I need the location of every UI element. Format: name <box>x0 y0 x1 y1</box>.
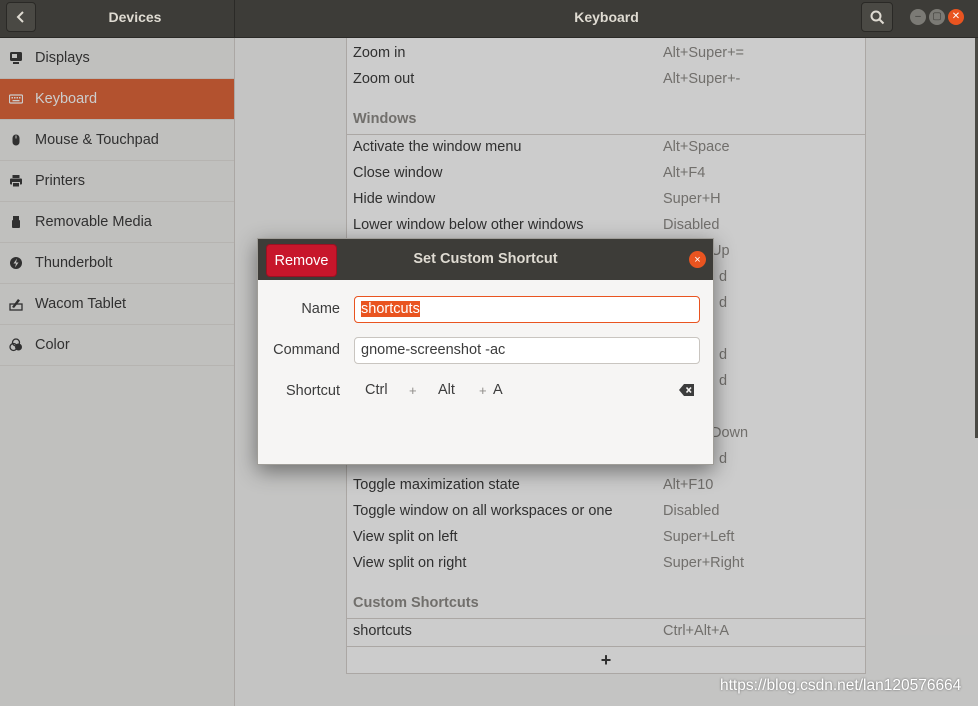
minimize-button[interactable]: – <box>910 9 926 25</box>
set-custom-shortcut-dialog: Set Custom Shortcut Remove × Name shortc… <box>257 238 714 465</box>
chevron-left-icon <box>16 11 24 23</box>
shortcut-key-ctrl: Ctrl <box>365 382 388 398</box>
remove-button[interactable]: Remove <box>266 244 337 277</box>
dialog-close-button[interactable]: × <box>689 251 706 268</box>
shortcut-plus: + <box>409 383 417 398</box>
shortcut-plus: + <box>479 383 487 398</box>
maximize-icon: ▢ <box>932 11 942 22</box>
command-field[interactable]: gnome-screenshot -ac <box>354 337 700 364</box>
command-value: gnome-screenshot -ac <box>361 342 506 358</box>
search-button[interactable] <box>861 2 893 32</box>
search-icon <box>870 10 884 24</box>
name-label: Name <box>301 301 340 317</box>
maximize-button[interactable]: ▢ <box>929 9 945 25</box>
close-icon: ✕ <box>951 11 961 22</box>
header-bar: Devices Keyboard – ▢ ✕ <box>0 0 978 38</box>
window-close-button[interactable]: ✕ <box>948 9 964 25</box>
close-icon: × <box>694 253 701 266</box>
shortcut-key-alt: Alt <box>438 382 455 398</box>
name-field[interactable]: shortcuts <box>354 296 700 323</box>
backspace-icon[interactable] <box>678 382 696 398</box>
shortcut-key-a: A <box>493 382 503 398</box>
dialog-header: Set Custom Shortcut Remove × <box>258 239 713 280</box>
minimize-icon: – <box>915 11 921 22</box>
shortcut-label: Shortcut <box>286 383 340 399</box>
command-label: Command <box>273 342 340 358</box>
back-button[interactable] <box>6 2 36 32</box>
watermark: https://blog.csdn.net/lan120576664 <box>720 677 962 694</box>
sidebar-title: Devices <box>108 9 162 25</box>
name-value: shortcuts <box>361 301 420 317</box>
